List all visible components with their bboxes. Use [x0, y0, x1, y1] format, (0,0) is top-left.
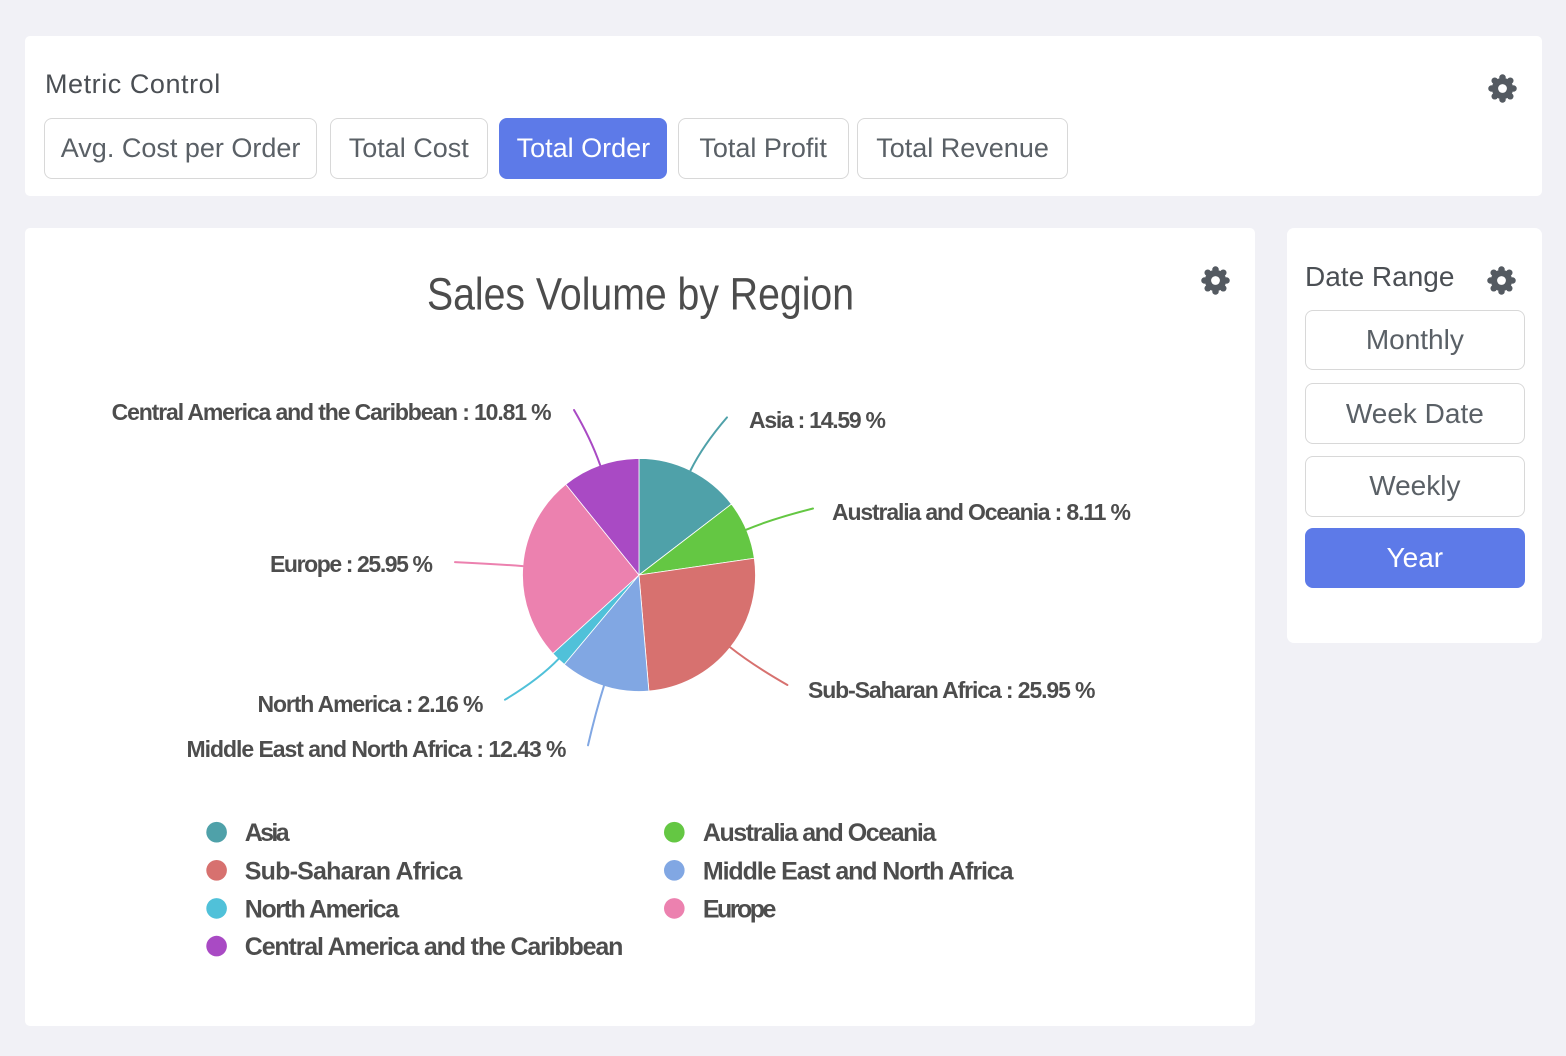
svg-text:Sales Volume by Region: Sales Volume by Region — [427, 269, 854, 320]
svg-text:Central America and the Caribb: Central America and the Caribbean : 10.8… — [112, 399, 552, 425]
svg-text:Asia : 14.59 %: Asia : 14.59 % — [749, 407, 886, 433]
svg-text:Central America and the Caribb: Central America and the Caribbean — [245, 933, 624, 961]
svg-text:Sub-Saharan Africa: Sub-Saharan Africa — [245, 857, 464, 885]
svg-text:Sub-Saharan Africa : 25.95 %: Sub-Saharan Africa : 25.95 % — [808, 677, 1096, 703]
svg-text:North America : 2.16 %: North America : 2.16 % — [258, 691, 484, 717]
svg-text:Europe : 25.95 %: Europe : 25.95 % — [270, 551, 433, 577]
svg-text:Australia and Oceania: Australia and Oceania — [703, 819, 937, 847]
svg-text:Middle East and North Africa: Middle East and North Africa — [703, 857, 1015, 885]
svg-text:North America: North America — [245, 895, 400, 923]
svg-text:Middle East and North Africa :: Middle East and North Africa : 12.43 % — [187, 736, 567, 762]
svg-text:Asia: Asia — [245, 819, 291, 847]
svg-text:Australia and Oceania : 8.11 %: Australia and Oceania : 8.11 % — [832, 499, 1131, 525]
svg-text:Europe: Europe — [703, 895, 777, 923]
